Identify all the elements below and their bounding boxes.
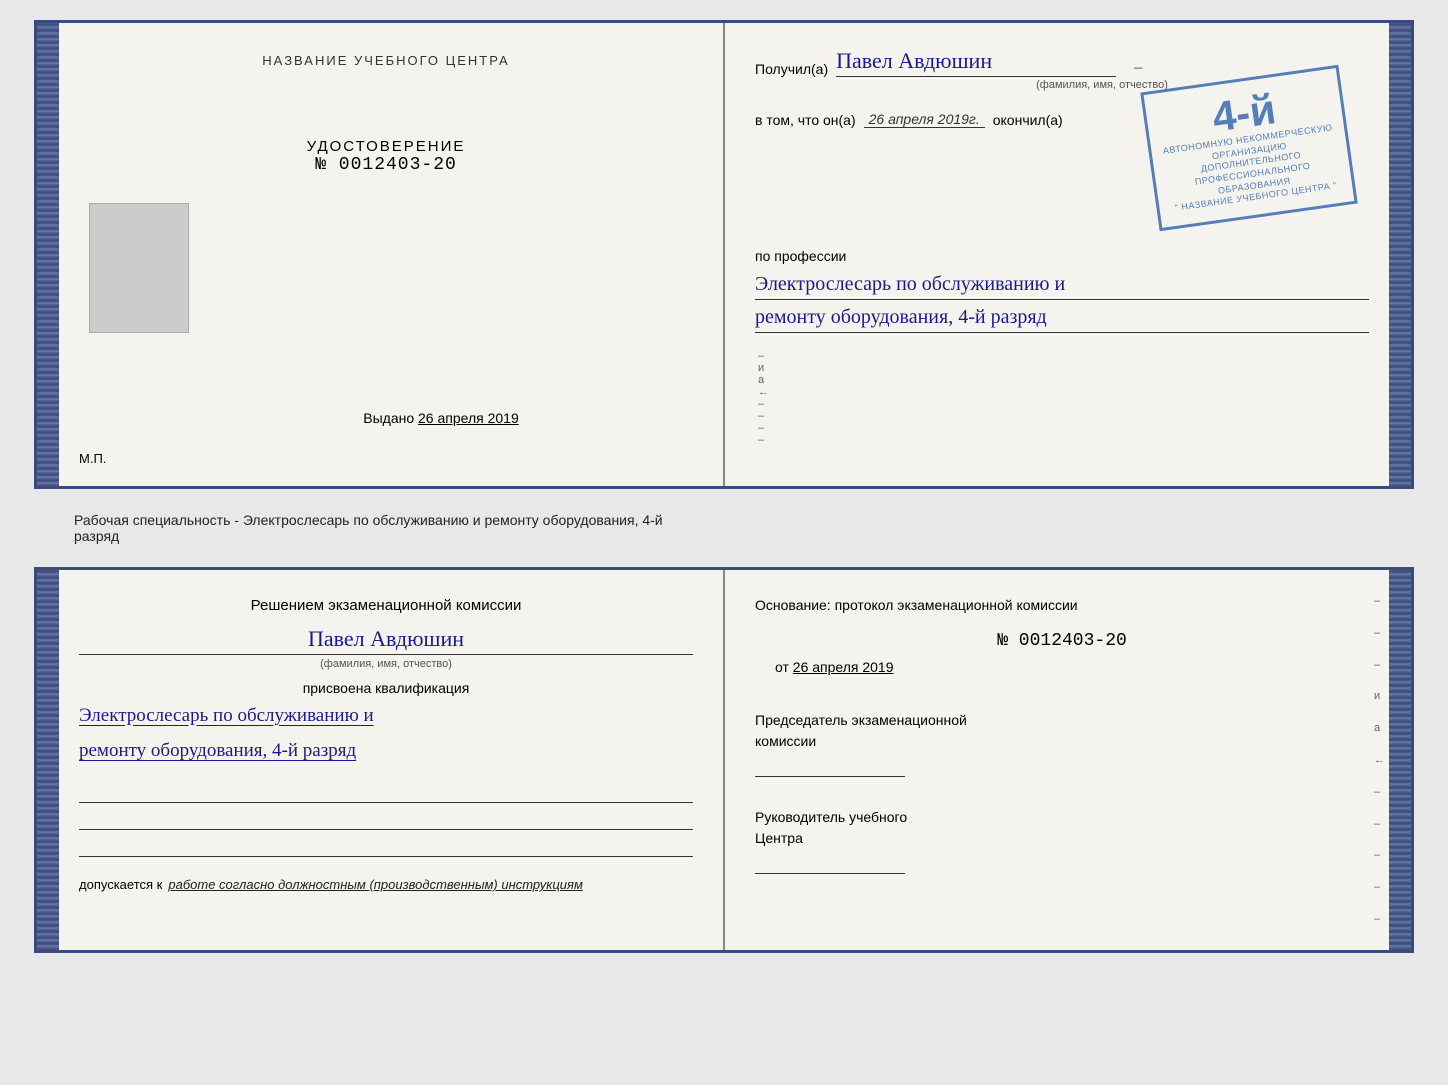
qualification-line1: Электрослесарь по обслуживанию и (79, 701, 693, 731)
received-label: Получил(а) (755, 61, 828, 77)
middle-line1: Рабочая специальность - Электрослесарь п… (74, 512, 1374, 528)
person-name-bottom: Павел Авдюшин (79, 626, 693, 655)
doc-number: № 0012403-20 (307, 155, 466, 175)
issued-block: Выдано 26 апреля 2019 (363, 410, 519, 426)
qualification-line2: ремонту оборудования, 4-й разряд (79, 736, 693, 766)
side-marks: – и а ← – – – – (755, 335, 1369, 461)
left-center-title: НАЗВАНИЕ УЧЕБНОГО ЦЕНТРА (262, 53, 509, 68)
photo-placeholder (89, 203, 189, 333)
issued-date: 26 апреля 2019 (418, 410, 519, 426)
mp-label: М.П. (79, 451, 106, 466)
ot-date-block: от 26 апреля 2019 (755, 659, 1369, 675)
profession-label: по профессии (755, 248, 1369, 264)
head-block: Руководитель учебного Центра (755, 807, 1369, 879)
issued-label: Выдано (363, 410, 414, 426)
side-marks-bottom: – – – и а ← – – – – – (1371, 570, 1389, 950)
chair-label2: комиссии (755, 731, 1369, 752)
vtom-label: в том, что он(а) (755, 112, 856, 128)
work-description: работе согласно должностным (производств… (168, 877, 583, 892)
middle-text-block: Рабочая специальность - Электрослесарь п… (34, 507, 1414, 549)
assigned-label: присвоена квалификация (79, 680, 693, 696)
stamp-overlay: 4-й АВТОНОМНУЮ НЕКОММЕРЧЕСКУЮ ОРГАНИЗАЦИ… (1140, 65, 1358, 231)
fio-sublabel-bottom: (фамилия, имя, отчество) (79, 658, 693, 670)
certificate-date: 26 апреля 2019г. (864, 111, 985, 128)
person-name-top: Павел Авдюшин (836, 48, 1116, 77)
blank-line1 (79, 781, 693, 803)
okoncil-label: окончил(а) (993, 112, 1063, 128)
blank-line3 (79, 835, 693, 857)
doc-title: УДОСТОВЕРЕНИЕ (307, 138, 466, 155)
ot-date-value: 26 апреля 2019 (793, 659, 894, 675)
head-label2: Центра (755, 828, 1369, 849)
middle-line2: разряд (74, 528, 1374, 544)
допускается-block: допускается к работе согласно должностны… (79, 877, 693, 892)
ot-label: от (775, 659, 789, 675)
head-label1: Руководитель учебного (755, 807, 1369, 828)
profession-line2: ремонту оборудования, 4-й разряд (755, 302, 1369, 332)
osnование-label: Основание: протокол экзаменационной коми… (755, 595, 1369, 616)
blank-line2 (79, 808, 693, 830)
chair-sig-line (755, 757, 905, 777)
chair-block: Председатель экзаменационной комиссии (755, 710, 1369, 782)
head-sig-line (755, 854, 905, 874)
protocol-number: № 0012403-20 (755, 631, 1369, 651)
commission-title: Решением экзаменационной комиссии (79, 595, 693, 618)
допускается-label: допускается к (79, 877, 162, 892)
chair-label1: Председатель экзаменационной (755, 710, 1369, 731)
profession-line1: Электрослесарь по обслуживанию и (755, 269, 1369, 299)
